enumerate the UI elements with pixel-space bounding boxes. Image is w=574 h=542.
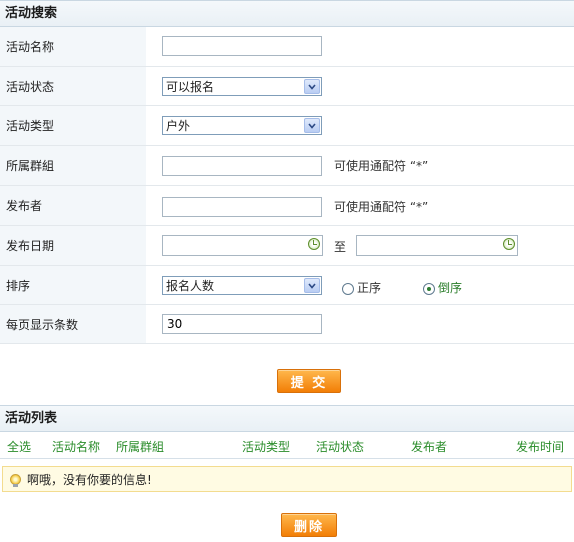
activity-name-input[interactable] — [162, 36, 322, 56]
column-activity-status: 活动状态 — [316, 440, 365, 454]
per-page-label: 每页显示条数 — [0, 305, 146, 343]
empty-result-message: 啊哦，没有你要的信息! — [27, 472, 152, 487]
column-activity-type: 活动类型 — [242, 440, 291, 454]
sort-asc-label[interactable]: 正序 — [357, 279, 381, 296]
select-all-link[interactable]: 全选 — [7, 438, 31, 455]
row-activity-status: 活动状态 可以报名 — [0, 67, 574, 106]
group-input[interactable] — [162, 156, 322, 176]
row-publish-date: 发布日期 至 — [0, 226, 574, 266]
row-per-page: 每页显示条数 — [0, 305, 574, 344]
column-activity-name: 活动名称 — [52, 440, 101, 454]
activity-type-label: 活动类型 — [0, 106, 146, 145]
sort-value: 报名人数 — [166, 279, 215, 293]
date-from-input[interactable] — [162, 235, 323, 256]
search-section-title: 活动搜索 — [0, 0, 574, 27]
row-group: 所属群組 可使用通配符 “*” — [0, 146, 574, 186]
submit-button[interactable]: 提 交 — [277, 369, 341, 393]
publish-date-label: 发布日期 — [0, 226, 146, 265]
chevron-down-icon[interactable] — [304, 118, 320, 133]
column-publish-time: 发布时间 — [516, 440, 565, 454]
activity-type-select[interactable]: 户外 — [162, 116, 322, 135]
date-to-field[interactable] — [356, 235, 518, 256]
publisher-wildcard-hint: 可使用通配符 “*” — [334, 200, 429, 214]
row-publisher: 发布者 可使用通配符 “*” — [0, 186, 574, 226]
activity-status-value: 可以报名 — [166, 80, 215, 94]
activity-type-value: 户外 — [166, 119, 191, 133]
sort-label: 排序 — [0, 266, 146, 304]
publisher-label: 发布者 — [0, 186, 146, 225]
activity-status-label: 活动状态 — [0, 67, 146, 105]
date-range-separator: 至 — [334, 240, 347, 254]
chevron-down-icon[interactable] — [304, 278, 320, 293]
date-from-field[interactable] — [162, 235, 323, 256]
chevron-down-icon[interactable] — [304, 79, 320, 94]
list-table-header: 全选 活动名称 所属群組 活动类型 活动状态 发布者 发布时间 — [0, 432, 574, 459]
clock-icon[interactable] — [308, 238, 320, 250]
group-label: 所属群組 — [0, 146, 146, 185]
sort-asc-radio[interactable] — [342, 283, 354, 295]
row-activity-type: 活动类型 户外 — [0, 106, 574, 146]
row-activity-name: 活动名称 — [0, 27, 574, 67]
sort-desc-radio[interactable] — [423, 283, 435, 295]
clock-icon[interactable] — [503, 238, 515, 250]
date-to-input[interactable] — [356, 235, 518, 256]
group-wildcard-hint: 可使用通配符 “*” — [334, 159, 429, 173]
column-group: 所属群組 — [116, 440, 165, 454]
publisher-input[interactable] — [162, 197, 322, 217]
sort-select[interactable]: 报名人数 — [162, 276, 322, 295]
lightbulb-icon — [10, 473, 21, 487]
activity-status-select[interactable]: 可以报名 — [162, 77, 322, 96]
column-publisher: 发布者 — [411, 440, 448, 454]
activity-name-label: 活动名称 — [0, 27, 146, 66]
empty-result-notice: 啊哦，没有你要的信息! — [2, 466, 572, 492]
delete-button[interactable]: 删除 — [281, 513, 337, 537]
row-sort: 排序 报名人数 正序 倒序 — [0, 266, 574, 305]
sort-desc-label[interactable]: 倒序 — [438, 279, 462, 296]
per-page-input[interactable] — [162, 314, 322, 334]
list-section-title: 活动列表 — [0, 405, 574, 432]
